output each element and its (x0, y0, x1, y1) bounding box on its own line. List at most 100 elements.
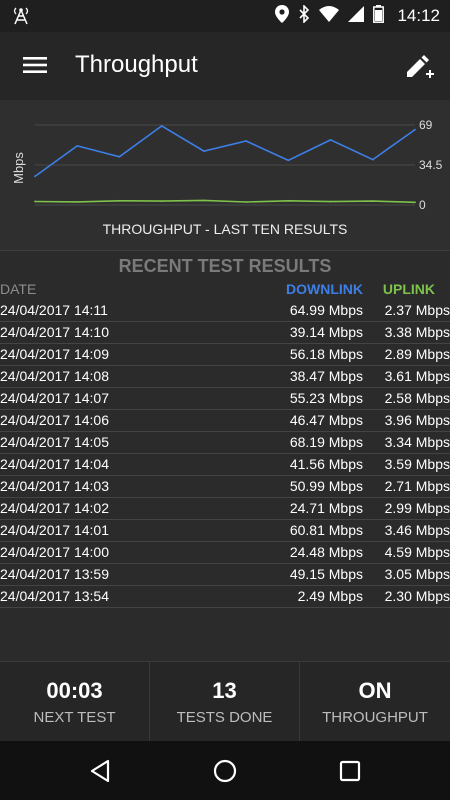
row-downlink: 50.99 Mbps (289, 478, 363, 494)
row-date: 24/04/2017 14:09 (0, 346, 109, 362)
data-point (118, 155, 121, 158)
table-row[interactable]: 24/04/2017 14:01 60.81 Mbps 3.46 Mbps (0, 520, 450, 542)
recents-icon[interactable] (335, 756, 365, 786)
chart-title: THROUGHPUT - LAST TEN RESULTS (102, 221, 348, 237)
y-axis-label: Mbps (11, 152, 26, 184)
data-point (160, 125, 163, 127)
row-date: 24/04/2017 14:06 (0, 412, 109, 428)
bluetooth-icon (298, 3, 310, 28)
menu-icon[interactable] (22, 54, 48, 76)
location-icon (275, 4, 290, 28)
row-downlink: 64.99 Mbps (289, 302, 363, 318)
row-uplink: 2.89 Mbps (384, 346, 450, 362)
row-uplink: 4.59 Mbps (384, 544, 450, 560)
table-row[interactable]: 24/04/2017 14:04 41.56 Mbps 3.59 Mbps (0, 454, 450, 476)
tests-done-stat: 13 TESTS DONE (150, 662, 300, 742)
row-downlink: 24.48 Mbps (289, 544, 363, 560)
home-icon[interactable] (210, 756, 240, 786)
row-downlink: 24.71 Mbps (289, 500, 363, 516)
throughput-toggle[interactable]: ON THROUGHPUT (300, 662, 450, 742)
table-row[interactable]: 24/04/2017 14:00 24.48 Mbps 4.59 Mbps (0, 542, 450, 564)
row-uplink: 3.05 Mbps (384, 566, 450, 582)
row-date: 24/04/2017 14:03 (0, 478, 109, 494)
row-date: 24/04/2017 14:02 (0, 500, 109, 516)
row-downlink: 39.14 Mbps (289, 324, 363, 340)
row-date: 24/04/2017 13:54 (0, 588, 109, 604)
row-uplink: 2.58 Mbps (384, 390, 450, 406)
row-uplink: 2.30 Mbps (384, 588, 450, 604)
y-tick-label: 0 (419, 198, 426, 212)
row-uplink: 3.61 Mbps (384, 368, 450, 384)
row-date: 24/04/2017 14:01 (0, 522, 109, 538)
table-row[interactable]: 24/04/2017 14:06 46.47 Mbps 3.96 Mbps (0, 410, 450, 432)
stats-bar: 00:03 NEXT TEST 13 TESTS DONE ON THROUGH… (0, 661, 450, 742)
results-list[interactable]: 24/04/2017 14:11 64.99 Mbps 2.37 Mbps 24/04… (0, 300, 450, 608)
row-downlink: 41.56 Mbps (289, 456, 363, 472)
data-point (203, 199, 205, 202)
series-line-uplink (34, 199, 416, 204)
column-header-date: DATE (0, 281, 37, 297)
page-title: Throughput (75, 51, 198, 78)
table-row[interactable]: 24/04/2017 14:02 24.71 Mbps 2.99 Mbps (0, 498, 450, 520)
table-row[interactable]: 24/04/2017 13:59 49.15 Mbps 3.05 Mbps (0, 564, 450, 586)
row-date: 24/04/2017 14:05 (0, 434, 109, 450)
data-point (118, 199, 121, 202)
data-point (160, 200, 163, 202)
tests-done-label: TESTS DONE (176, 709, 273, 726)
data-point (245, 140, 248, 142)
status-time: 14:12 (397, 6, 440, 25)
row-date: 24/04/2017 14:08 (0, 368, 109, 384)
column-header-uplink: UPLINK (382, 281, 435, 297)
table-row[interactable]: 24/04/2017 14:05 68.19 Mbps 3.34 Mbps (0, 432, 450, 454)
table-row[interactable]: 24/04/2017 13:54 2.49 Mbps 2.30 Mbps (0, 586, 450, 608)
y-tick-label: 34.5 (419, 158, 443, 172)
row-uplink: 2.71 Mbps (384, 478, 450, 494)
row-downlink: 60.81 Mbps (289, 522, 363, 538)
chart-plot: 69 34.5 0 Mbps (11, 118, 443, 212)
row-date: 24/04/2017 14:07 (0, 390, 109, 406)
row-uplink: 3.96 Mbps (384, 412, 450, 428)
navigation-bar (0, 741, 450, 800)
row-uplink: 3.46 Mbps (384, 522, 450, 538)
edit-add-icon[interactable] (402, 50, 436, 84)
column-header-downlink: DOWNLINK (286, 281, 363, 297)
table-row[interactable]: 24/04/2017 14:03 50.99 Mbps 2.71 Mbps (0, 476, 450, 498)
back-icon[interactable] (86, 756, 116, 786)
row-uplink: 2.99 Mbps (384, 500, 450, 516)
status-bar: 14:12 (0, 0, 450, 32)
row-downlink: 2.49 Mbps (297, 588, 363, 604)
table-row[interactable]: 24/04/2017 14:08 38.47 Mbps 3.61 Mbps (0, 366, 450, 388)
throughput-chart: 69 34.5 0 Mbps THROUGHPUT - LAST TEN RESULT… (0, 100, 450, 251)
results-heading: RECENT TEST RESULTS (118, 256, 332, 276)
data-point (287, 159, 290, 162)
row-uplink: 3.38 Mbps (384, 324, 450, 340)
row-date: 24/04/2017 14:00 (0, 544, 109, 560)
data-point (371, 158, 374, 161)
row-downlink: 49.15 Mbps (289, 566, 363, 582)
tests-done-value: 13 (212, 678, 237, 703)
row-uplink: 3.34 Mbps (384, 434, 450, 450)
row-downlink: 55.23 Mbps (289, 390, 363, 406)
throughput-value: ON (358, 678, 392, 703)
row-date: 24/04/2017 14:11 (0, 302, 108, 318)
data-point (414, 201, 416, 204)
next-test-label: NEXT TEST (33, 709, 116, 726)
data-point (245, 201, 248, 203)
data-point (329, 200, 332, 203)
data-point (414, 128, 416, 131)
data-point (34, 200, 36, 203)
row-date: 24/04/2017 14:04 (0, 456, 109, 472)
row-downlink: 56.18 Mbps (289, 346, 363, 362)
row-downlink: 38.47 Mbps (289, 368, 363, 384)
row-uplink: 2.37 Mbps (384, 302, 450, 318)
table-row[interactable]: 24/04/2017 14:09 56.18 Mbps 2.89 Mbps (0, 344, 450, 366)
table-row[interactable]: 24/04/2017 14:10 39.14 Mbps 3.38 Mbps (0, 322, 450, 344)
table-row[interactable]: 24/04/2017 14:11 64.99 Mbps 2.37 Mbps (0, 300, 450, 322)
row-downlink: 68.19 Mbps (289, 434, 363, 450)
table-row[interactable]: 24/04/2017 14:07 55.23 Mbps 2.58 Mbps (0, 388, 450, 410)
row-downlink: 46.47 Mbps (289, 412, 363, 428)
next-test-stat: 00:03 NEXT TEST (0, 662, 150, 742)
broadcast-icon (11, 6, 31, 31)
row-date: 24/04/2017 13:59 (0, 566, 109, 582)
wifi-icon (319, 5, 340, 27)
